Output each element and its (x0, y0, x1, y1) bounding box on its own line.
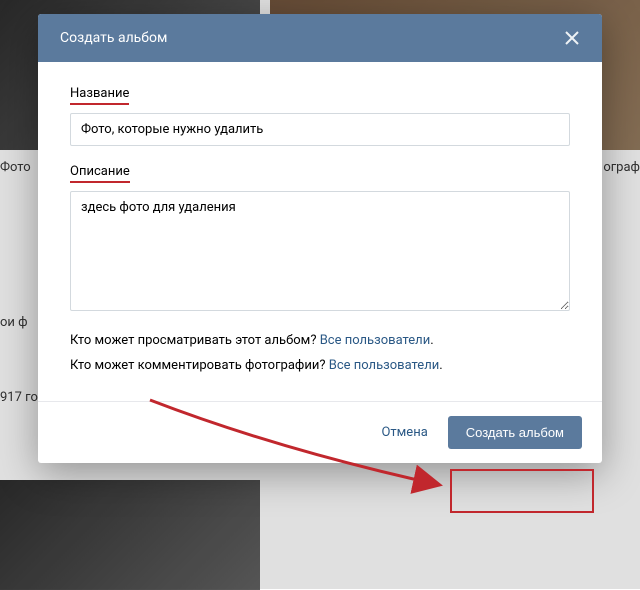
modal-body: Название Описание Кто может просматриват… (38, 62, 602, 401)
privacy-view-question: Кто может просматривать этот альбом? (70, 333, 320, 348)
create-album-modal: Создать альбом Название Описание Кто мож… (38, 14, 602, 463)
create-album-button[interactable]: Создать альбом (448, 416, 582, 449)
modal-header: Создать альбом (38, 14, 602, 62)
privacy-comment-question: Кто может комментировать фотографии? (70, 358, 329, 373)
name-label: Название (70, 86, 129, 105)
dot: . (439, 358, 442, 373)
dot: . (430, 333, 433, 348)
close-icon (564, 30, 580, 46)
privacy-comment-link[interactable]: Все пользователи (329, 358, 440, 373)
name-field-block: Название (70, 86, 570, 146)
desc-label: Описание (70, 164, 130, 183)
album-name-input[interactable] (70, 113, 570, 146)
privacy-view-line: Кто может просматривать этот альбом? Все… (70, 333, 570, 348)
close-button[interactable] (560, 26, 584, 50)
modal-title: Создать альбом (60, 30, 167, 46)
modal-footer: Отмена Создать альбом (38, 401, 602, 463)
cancel-button[interactable]: Отмена (375, 417, 433, 448)
privacy-view-link[interactable]: Все пользователи (320, 333, 431, 348)
album-desc-textarea[interactable] (70, 191, 570, 311)
desc-field-block: Описание (70, 164, 570, 315)
privacy-comment-line: Кто может комментировать фотографии? Все… (70, 358, 570, 373)
